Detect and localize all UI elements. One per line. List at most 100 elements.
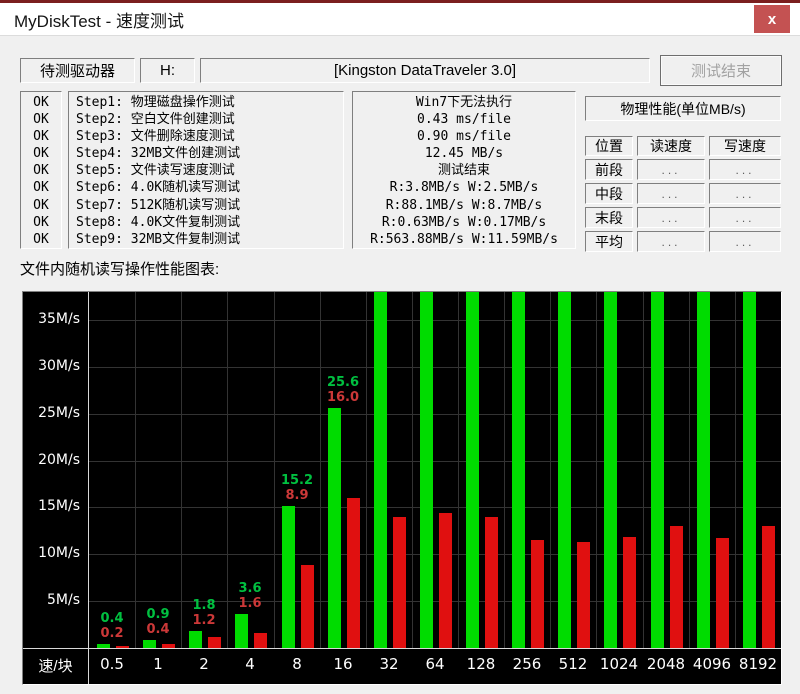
read-bar [97,644,110,648]
read-value-label: 3.6 [227,581,273,596]
column-header-read-speed: 读速度 [637,136,705,156]
read-speed-cell: ... [637,183,705,204]
grid-line-vertical [504,292,505,648]
table-body: 前段 ... ... 中段 ... ... 末段 ... ... 平均 ... … [585,159,785,252]
grid-line-vertical [735,292,736,648]
step-item: Step1: 物理磁盘操作测试 [76,94,343,111]
write-value-label: 16.0 [320,390,366,405]
result-line: 12.45 MB/s [353,145,575,162]
grid-line-vertical [320,292,321,648]
x-category-label: 512 [550,655,596,673]
grid-line-vertical [274,292,275,648]
close-button[interactable]: x [754,5,790,33]
read-value-label: 15.2 [274,473,320,488]
read-bar [512,292,525,648]
step-item: Step7: 512K随机读写测试 [76,197,343,214]
step-status: OK [21,128,61,145]
step-item: Step8: 4.0K文件复制测试 [76,214,343,231]
x-category-label: 2048 [643,655,689,673]
step-item: Step2: 空白文件创建测试 [76,111,343,128]
step-status: OK [21,145,61,162]
drive-letter-field: H: [140,58,195,83]
column-header-position: 位置 [585,136,633,156]
grid-line-vertical [412,292,413,648]
grid-line-horizontal [89,320,781,321]
drive-select-label: 待测驱动器 [20,58,135,83]
x-category-label: 2 [181,655,227,673]
write-bar [347,498,360,648]
write-bar [162,644,175,648]
step-list: Step1: 物理磁盘操作测试Step2: 空白文件创建测试Step3: 文件删… [68,91,344,249]
y-tick-label: 35M/s [23,311,80,327]
write-value-label: 1.6 [227,596,273,611]
x-category-label: 4096 [689,655,735,673]
x-category-label: 16 [320,655,366,673]
x-category-label: 0.5 [89,655,135,673]
step-item: Step3: 文件删除速度测试 [76,128,343,145]
device-name-field: [Kingston DataTraveler 3.0] [200,58,650,83]
close-icon: x [768,11,776,28]
row-label: 末段 [585,207,633,228]
step-status: OK [21,162,61,179]
chart-title: 文件内随机读写操作性能图表: [20,258,219,279]
test-finish-button[interactable]: 测试结束 [660,55,782,86]
read-speed-cell: ... [637,159,705,180]
write-bar [485,517,498,648]
write-speed-cell: ... [709,207,781,228]
grid-line-vertical [596,292,597,648]
grid-line-vertical [458,292,459,648]
table-row: 前段 ... ... [585,159,785,180]
write-bar [531,540,544,648]
read-speed-cell: ... [637,231,705,252]
read-bar [328,408,341,648]
x-category-label: 256 [504,655,550,673]
x-category-label: 8192 [735,655,781,673]
x-axis-line [23,648,781,649]
step-status: OK [21,214,61,231]
step-status: OK [21,111,61,128]
table-row: 末段 ... ... [585,207,785,228]
y-tick-label: 15M/s [23,498,80,514]
grid-line-vertical [643,292,644,648]
result-line: 0.90 ms/file [353,128,575,145]
grid-line-vertical [135,292,136,648]
step-status: OK [21,231,61,248]
read-bar [420,292,433,648]
step-status-list: OKOKOKOKOKOKOKOKOK [20,91,62,249]
write-bar [762,526,775,648]
result-line: R:3.8MB/s W:2.5MB/s [353,179,575,196]
x-category-label: 1 [135,655,181,673]
bar-value-labels: 1.81.2 [181,598,227,628]
step-item: Step4: 32MB文件创建测试 [76,145,343,162]
grid-line-vertical [550,292,551,648]
bar-value-labels: 0.90.4 [135,607,181,637]
app-window: MyDiskTest - 速度测试 x 待测驱动器 H: [Kingston D… [0,0,800,694]
y-tick-label: 20M/s [23,452,80,468]
x-axis-unit-label: 速/块 [23,655,88,676]
step-status: OK [21,179,61,196]
grid-line-vertical [181,292,182,648]
column-header-write-speed: 写速度 [709,136,781,156]
results-panel: Win7下无法执行0.43 ms/file0.90 ms/file12.45 M… [352,91,576,249]
physical-performance-header: 物理性能(单位MB/s) [585,96,781,121]
y-tick-label: 25M/s [23,405,80,421]
read-bar [558,292,571,648]
result-line: R:563.88MB/s W:11.59MB/s [353,231,575,248]
write-value-label: 0.2 [89,626,135,641]
table-header-row: 位置 读速度 写速度 [585,136,785,156]
write-bar [116,646,129,648]
write-speed-cell: ... [709,183,781,204]
read-bar [651,292,664,648]
grid-line-vertical [366,292,367,648]
read-bar [743,292,756,648]
read-bar [143,640,156,648]
row-label: 中段 [585,183,633,204]
step-item: Step5: 文件读写速度测试 [76,162,343,179]
write-bar [716,538,729,648]
bar-value-labels: 3.61.6 [227,581,273,611]
result-line: 测试结束 [353,162,575,179]
write-value-label: 0.4 [135,622,181,637]
result-line: Win7下无法执行 [353,94,575,111]
step-item: Step9: 32MB文件复制测试 [76,231,343,248]
x-category-label: 64 [412,655,458,673]
